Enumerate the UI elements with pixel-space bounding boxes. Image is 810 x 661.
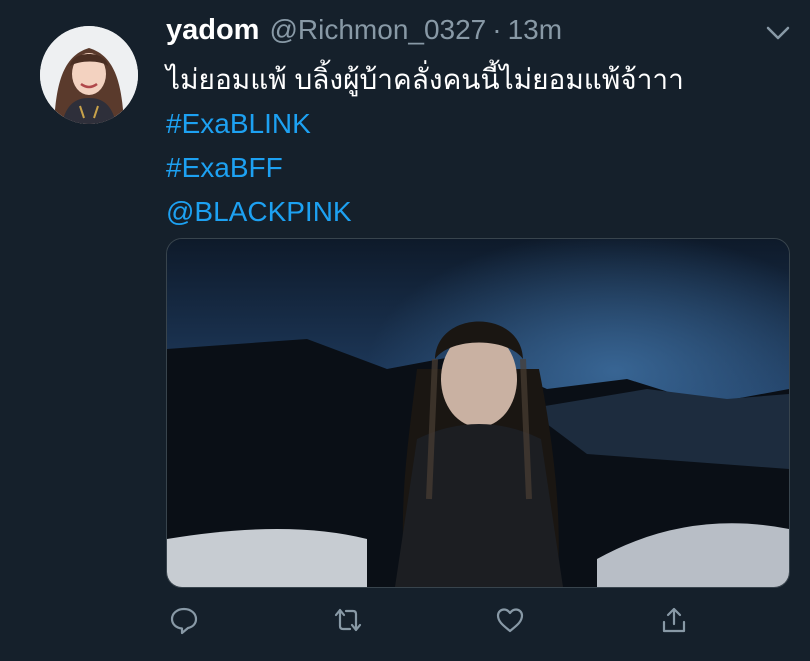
reply-button[interactable] bbox=[166, 600, 202, 640]
tweet-media-image[interactable] bbox=[166, 238, 790, 588]
author-handle[interactable]: @Richmon_0327 bbox=[269, 14, 486, 46]
avatar[interactable] bbox=[40, 26, 138, 124]
avatar-image bbox=[40, 26, 138, 124]
hashtag-exablink[interactable]: #ExaBLINK bbox=[166, 102, 786, 146]
mention-blackpink[interactable]: @BLACKPINK bbox=[166, 190, 786, 234]
share-button[interactable] bbox=[656, 600, 692, 640]
tweet-text: ไม่ยอมแพ้ บลิ้งผู้บ้าคลั่งคนนี้ไม่ยอมแพ้… bbox=[166, 58, 786, 234]
like-button[interactable] bbox=[492, 600, 528, 640]
retweet-button[interactable] bbox=[330, 600, 366, 640]
tweet[interactable]: yadom @Richmon_0327 · 13m ไม่ยอมแพ้ บลิ้… bbox=[0, 0, 810, 661]
retweet-icon bbox=[334, 608, 362, 632]
chevron-down-icon[interactable] bbox=[762, 20, 794, 46]
tweet-header: yadom @Richmon_0327 · 13m bbox=[166, 14, 562, 50]
tweet-text-line: ไม่ยอมแพ้ บลิ้งผู้บ้าคลั่งคนนี้ไม่ยอมแพ้… bbox=[166, 64, 684, 95]
author-name[interactable]: yadom bbox=[166, 14, 259, 47]
separator: · bbox=[492, 14, 502, 45]
share-icon bbox=[662, 607, 686, 633]
photo bbox=[167, 239, 789, 587]
hashtag-exabff[interactable]: #ExaBFF bbox=[166, 146, 786, 190]
timestamp[interactable]: 13m bbox=[508, 14, 562, 46]
heart-icon bbox=[496, 608, 524, 633]
reply-icon bbox=[170, 607, 198, 635]
tweet-actions bbox=[166, 600, 726, 644]
